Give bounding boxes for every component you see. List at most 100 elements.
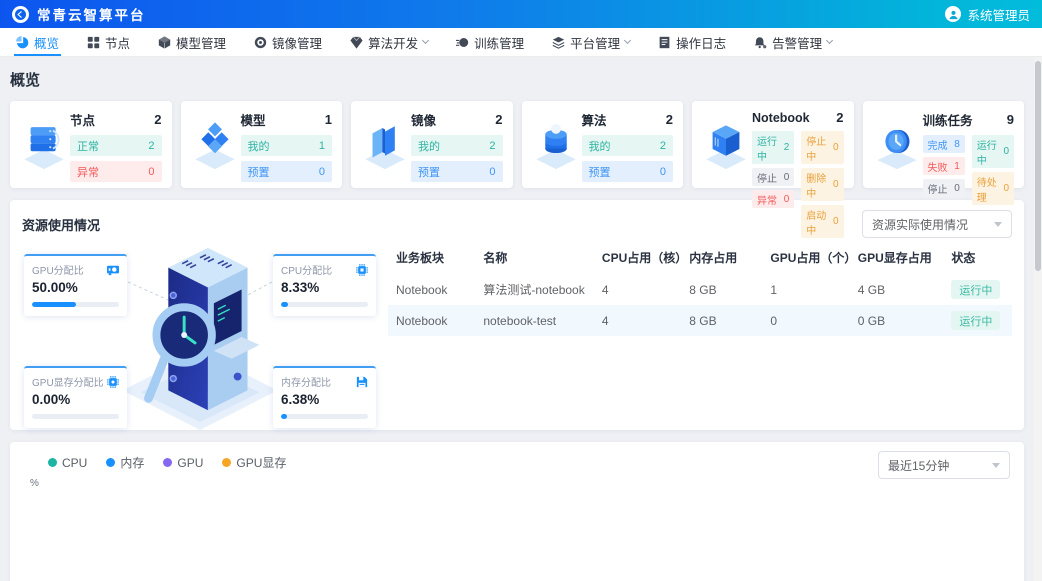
status-pill-running: 运行中2 xyxy=(752,131,794,164)
gauge-progress-bar xyxy=(281,414,368,419)
table-header-row: 业务板块 名称 CPU占用（核） 内存占用 GPU占用（个） GPU显存占用 状… xyxy=(388,240,1012,274)
time-range-dropdown[interactable]: 最近15分钟 xyxy=(878,451,1010,479)
resource-usage-panel: 资源使用情况 资源实际使用情况 xyxy=(10,200,1024,430)
cpu-chip-icon xyxy=(356,264,368,276)
stat-card-nodes[interactable]: 节点2 正常2 异常0 xyxy=(10,101,172,188)
user-name: 系统管理员 xyxy=(967,5,1030,24)
stat-card-algorithms[interactable]: 算法2 我的2 预置0 xyxy=(522,101,684,188)
status-pill-mine: 我的1 xyxy=(241,135,333,156)
chart-legend: CPU 内存 GPU GPU显存 xyxy=(24,454,1010,471)
stat-card-row: 节点2 正常2 异常0 模型1 我的1 预置0 xyxy=(8,101,1026,188)
chevron-down-icon xyxy=(826,37,833,44)
log-document-icon xyxy=(658,36,671,49)
card-total: 9 xyxy=(1007,112,1014,127)
stat-card-training-tasks[interactable]: 训练任务9 完成8 失败1 停止0 运行中0 待处理0 xyxy=(863,101,1025,188)
status-pill-stopped: 停止0 xyxy=(923,179,965,197)
page-title: 概览 xyxy=(8,57,1026,101)
legend-dot xyxy=(222,458,231,467)
legend-item-gpu[interactable]: GPU xyxy=(163,454,203,471)
status-pill-deleting: 删除中0 xyxy=(801,168,843,201)
nav-item-overview[interactable]: 概览 xyxy=(2,28,73,56)
algorithm-stack-icon xyxy=(530,110,582,180)
stat-card-notebook[interactable]: Notebook2 运行中2 停止0 异常0 停止中0 删除中0 启动中0 xyxy=(692,101,854,188)
nav-item-image-management[interactable]: 镜像管理 xyxy=(240,28,336,56)
status-badge: 运行中 xyxy=(951,311,1000,330)
usage-chart-plot xyxy=(24,500,1010,581)
legend-dot xyxy=(106,458,115,467)
image-panels-icon xyxy=(359,110,411,180)
legend-item-memory[interactable]: 内存 xyxy=(106,454,144,471)
gauge-memory-allocation: 内存分配比 6.38% xyxy=(273,366,376,428)
user-menu[interactable]: 系统管理员 xyxy=(945,5,1030,24)
user-avatar-icon xyxy=(945,6,961,22)
status-pill-mine: 我的2 xyxy=(582,135,674,156)
card-total: 2 xyxy=(836,110,843,125)
table-row[interactable]: Notebook notebook-test 4 8 GB 0 0 GB 运行中 xyxy=(388,305,1012,336)
legend-item-gpu-memory[interactable]: GPU显存 xyxy=(222,454,286,471)
scrollbar-thumb[interactable] xyxy=(1035,61,1041,271)
status-pill-preset: 预置0 xyxy=(241,161,333,182)
card-title: 训练任务 xyxy=(923,110,973,129)
card-title: 节点 xyxy=(70,110,95,129)
app-logo-icon xyxy=(12,6,29,23)
nav-item-alert-management[interactable]: 告警管理 xyxy=(740,28,846,56)
status-pill-running: 运行中0 xyxy=(972,135,1014,168)
stat-card-images[interactable]: 镜像 2 我的2 预置0 xyxy=(351,101,513,188)
resource-view-dropdown[interactable]: 资源实际使用情况 xyxy=(862,210,1012,238)
node-grid-icon xyxy=(87,36,100,49)
main-nav: 概览 节点 模型管理 镜像管理 算法开发 训练管理 平台管理 操作日志 告警管理 xyxy=(0,28,1042,57)
gauge-value: 8.33% xyxy=(281,280,368,295)
gauge-progress-bar xyxy=(32,302,119,307)
gauge-value: 50.00% xyxy=(32,280,119,295)
status-pill-completed: 完成8 xyxy=(923,135,965,153)
dropdown-arrow-icon xyxy=(992,463,1000,468)
stat-card-models[interactable]: 模型 1 我的1 预置0 xyxy=(181,101,343,188)
allocation-visualization: GPU分配比 50.00% CPU分配比 8.33% GPU显存分配比 xyxy=(22,240,378,426)
card-total: 2 xyxy=(154,112,161,127)
image-disc-icon xyxy=(254,36,267,49)
app-title: 常青云智算平台 xyxy=(37,4,146,24)
legend-dot xyxy=(48,458,57,467)
memory-disk-icon xyxy=(356,376,368,388)
chevron-down-icon xyxy=(624,37,631,44)
table-row[interactable]: Notebook 算法测试-notebook 4 8 GB 1 4 GB 运行中 xyxy=(388,274,1012,305)
gauge-progress-bar xyxy=(32,414,119,419)
chevron-down-icon xyxy=(422,37,429,44)
status-pill-preset: 预置0 xyxy=(411,161,503,182)
vertical-scrollbar[interactable] xyxy=(1034,57,1042,581)
y-axis-unit-label: % xyxy=(30,478,1010,489)
training-clock-icon xyxy=(871,110,923,180)
status-pill-mine: 我的2 xyxy=(411,135,503,156)
model-cubes-icon xyxy=(189,110,241,180)
overview-pie-icon xyxy=(16,36,29,49)
notebook-cube-icon xyxy=(700,110,752,180)
status-pill-abnormal: 异常0 xyxy=(752,190,794,208)
card-total: 2 xyxy=(666,112,673,127)
alert-bell-icon xyxy=(754,36,767,49)
vram-chip-icon xyxy=(107,376,119,388)
card-total: 2 xyxy=(495,112,502,127)
nav-item-training-management[interactable]: 训练管理 xyxy=(442,28,538,56)
card-title: 镜像 xyxy=(411,110,436,129)
status-pill-starting: 启动中0 xyxy=(801,205,843,238)
nav-item-platform-management[interactable]: 平台管理 xyxy=(538,28,644,56)
gauge-cpu-allocation: CPU分配比 8.33% xyxy=(273,254,376,316)
status-badge: 运行中 xyxy=(951,280,1000,299)
gpu-card-icon xyxy=(107,264,119,276)
gauge-gpu-allocation: GPU分配比 50.00% xyxy=(24,254,127,316)
platform-layers-icon xyxy=(552,36,565,49)
card-title: 模型 xyxy=(241,110,266,129)
nav-item-nodes[interactable]: 节点 xyxy=(73,28,144,56)
status-pill-stopping: 停止中0 xyxy=(801,131,843,164)
nav-item-model-management[interactable]: 模型管理 xyxy=(144,28,240,56)
status-pill-pending: 待处理0 xyxy=(972,172,1014,205)
legend-item-cpu[interactable]: CPU xyxy=(48,454,87,471)
gauge-progress-bar xyxy=(281,302,368,307)
status-pill-stopped: 停止0 xyxy=(752,168,794,186)
training-icon xyxy=(456,36,469,49)
card-total: 1 xyxy=(325,112,332,127)
gauge-value: 6.38% xyxy=(281,392,368,407)
nav-item-algorithm-dev[interactable]: 算法开发 xyxy=(336,28,442,56)
nav-item-operation-log[interactable]: 操作日志 xyxy=(644,28,740,56)
model-cube-icon xyxy=(158,36,171,49)
